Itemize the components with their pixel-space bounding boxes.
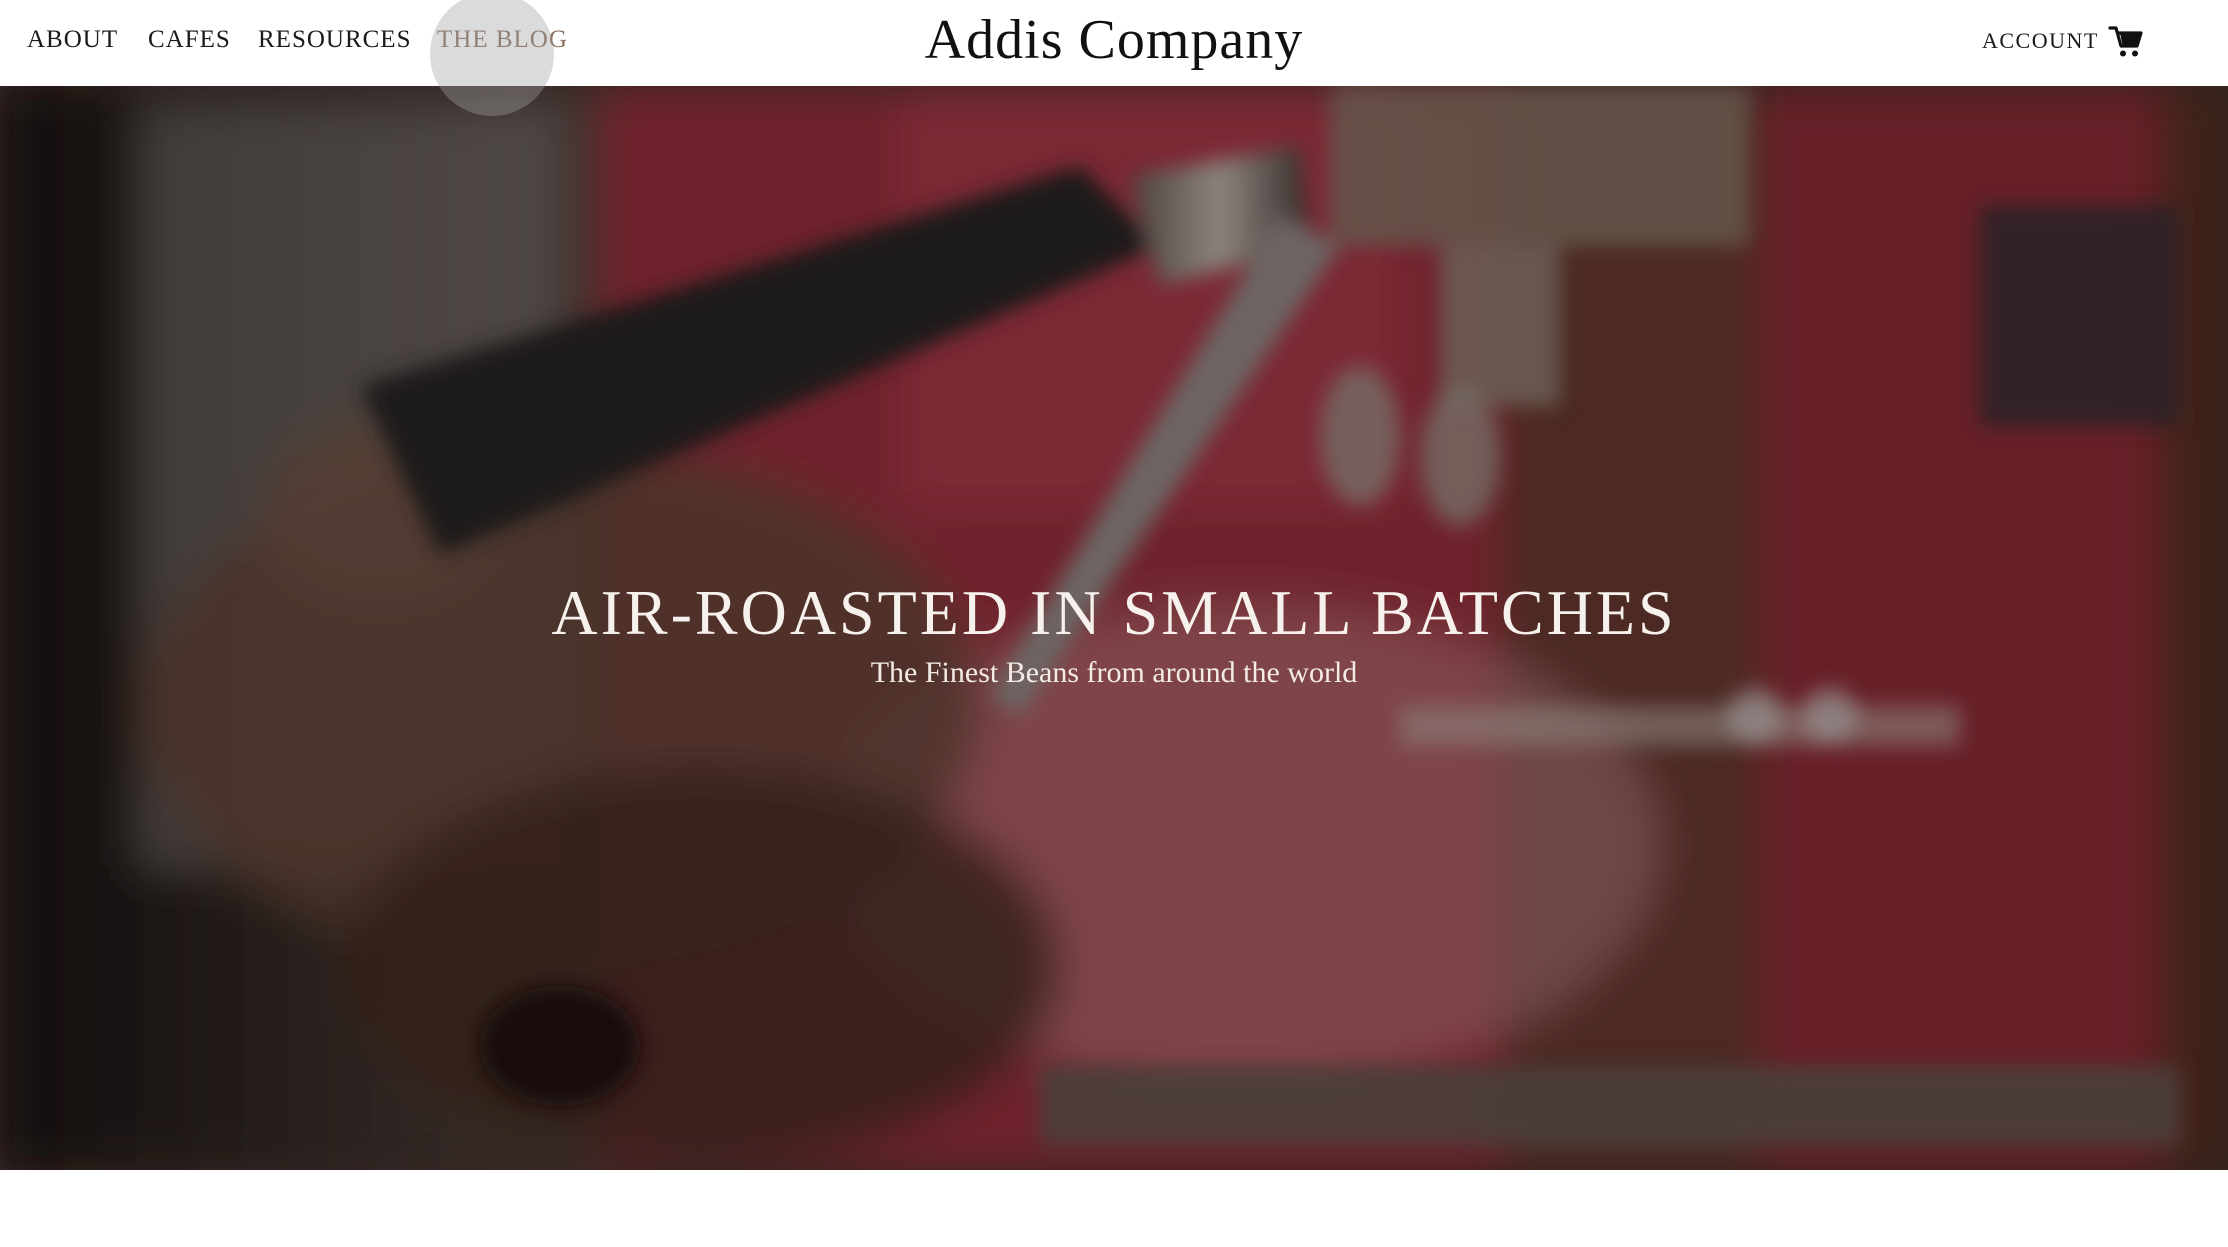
account-link[interactable]: ACCOUNT — [1982, 28, 2099, 54]
shopping-cart-icon[interactable] — [2108, 24, 2144, 60]
nav-the-blog[interactable]: THE BLOG — [437, 26, 568, 54]
hero-section: AIR-ROASTED IN SMALL BATCHES The Finest … — [0, 86, 2228, 1170]
nav-cafes[interactable]: CAFES — [148, 26, 231, 54]
hero-subtitle: The Finest Beans from around the world — [870, 656, 1358, 689]
nav-about[interactable]: ABOUT — [27, 26, 118, 54]
nav-resources[interactable]: RESOURCES — [258, 26, 411, 54]
brand-logo-text[interactable]: Addis Company — [925, 9, 1304, 71]
hero-title: AIR-ROASTED IN SMALL BATCHES — [551, 577, 1677, 648]
site-header: ABOUT CAFES RESOURCES THE BLOG Addis Com… — [0, 0, 2228, 116]
page-content-area — [0, 1170, 2228, 1247]
